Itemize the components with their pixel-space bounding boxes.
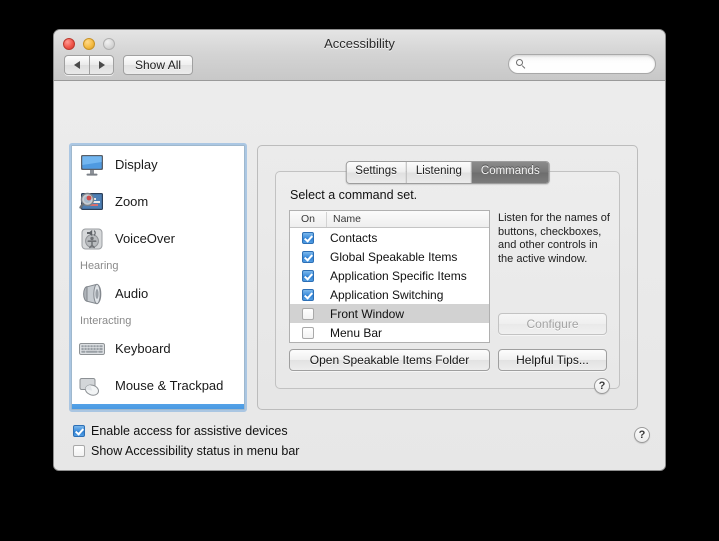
column-header-on: On — [290, 211, 327, 227]
sidebar-item-keyboard[interactable]: Keyboard — [72, 330, 244, 367]
window-titlebar: Accessibility Show All — [54, 30, 665, 81]
sidebar-item-label: Mouse & Trackpad — [115, 378, 224, 393]
show-all-button[interactable]: Show All — [123, 55, 194, 75]
row-checkbox[interactable] — [302, 326, 314, 339]
sidebar-item-voiceover[interactable]: VoiceOver — [72, 220, 244, 257]
row-name: Front Window — [330, 306, 405, 321]
tab-group-box: Settings Listening Key Commands Select a… — [275, 161, 620, 394]
show-status-menubar-checkbox[interactable] — [73, 445, 85, 457]
audio-speaker-icon — [78, 280, 106, 308]
enable-assistive-access-checkbox[interactable] — [73, 425, 85, 437]
tab-listening-key[interactable]: Listening Key — [406, 162, 472, 183]
row-name: Application Specific Items — [330, 268, 467, 283]
tab-settings[interactable]: Settings — [346, 162, 407, 183]
table-row[interactable]: Application Switching — [290, 285, 489, 304]
window-body: Display Zoom VoiceOver Hearing Audio Int… — [54, 81, 665, 470]
show-status-menubar-row[interactable]: Show Accessibility status in menu bar — [73, 441, 299, 461]
window-help-button[interactable]: ? — [634, 427, 650, 443]
table-row[interactable]: Global Speakable Items — [290, 247, 489, 266]
row-name: Menu Bar — [330, 325, 383, 340]
back-arrow-icon — [74, 61, 80, 69]
enable-assistive-access-row[interactable]: Enable access for assistive devices — [73, 421, 299, 441]
navigation-buttons — [64, 55, 114, 75]
table-header: On Name — [290, 211, 489, 228]
row-checkbox[interactable] — [302, 269, 314, 282]
table-row[interactable]: Contacts — [290, 228, 489, 247]
row-checkbox[interactable] — [302, 288, 314, 301]
global-options: Enable access for assistive devices Show… — [73, 421, 299, 461]
search-field[interactable] — [508, 54, 656, 74]
enable-assistive-access-label: Enable access for assistive devices — [91, 424, 288, 438]
search-input[interactable] — [531, 57, 645, 71]
sidebar-item-zoom[interactable]: Zoom — [72, 183, 244, 220]
sidebar-item-label: Audio — [115, 286, 149, 301]
command-description: Listen for the names of buttons, checkbo… — [498, 212, 610, 265]
row-name: Contacts — [330, 230, 378, 245]
sidebar-item-mouse-trackpad[interactable]: Mouse & Trackpad — [72, 367, 244, 404]
forward-arrow-icon — [98, 61, 105, 69]
zoom-magnifier-icon — [78, 188, 106, 216]
preference-pane-list[interactable]: Display Zoom VoiceOver Hearing Audio Int… — [69, 143, 247, 412]
keyboard-icon — [78, 335, 106, 363]
sidebar-group-interacting: Interacting — [80, 315, 132, 327]
sidebar-item-display[interactable]: Display — [72, 146, 244, 183]
row-name: Global Speakable Items — [330, 249, 458, 264]
sidebar-item-audio[interactable]: Audio — [72, 275, 244, 312]
preference-content-panel: Settings Listening Key Commands Select a… — [257, 145, 638, 410]
sidebar-item-label: VoiceOver — [115, 231, 175, 246]
show-status-menubar-label: Show Accessibility status in menu bar — [91, 444, 300, 458]
sidebar-item-label: Display — [115, 157, 158, 172]
table-row[interactable]: Application Specific Items — [290, 266, 489, 285]
microphone-icon — [78, 409, 106, 410]
table-row[interactable]: Front Window — [290, 304, 489, 323]
sidebar-item-label: Keyboard — [115, 341, 171, 356]
sidebar-item-speakable-items[interactable]: Speakable Items — [72, 404, 244, 410]
helpful-tips-button[interactable]: Helpful Tips... — [498, 349, 607, 371]
command-set-label: Select a command set. — [290, 188, 418, 202]
window-title: Accessibility — [324, 36, 395, 51]
panel-help-button[interactable]: ? — [594, 378, 610, 394]
display-monitor-icon — [78, 151, 106, 179]
row-checkbox[interactable] — [302, 250, 314, 263]
column-header-name: Name — [333, 212, 362, 225]
tab-commands[interactable]: Commands — [471, 162, 549, 183]
open-speakable-items-folder-button[interactable]: Open Speakable Items Folder — [289, 349, 490, 371]
configure-button[interactable]: Configure — [498, 313, 607, 335]
desktop-background: Accessibility Show All Display Zoom Voic… — [0, 0, 719, 541]
row-checkbox[interactable] — [302, 307, 314, 320]
sidebar-item-label: Zoom — [115, 194, 149, 209]
back-button[interactable] — [64, 55, 89, 75]
row-checkbox[interactable] — [302, 231, 314, 244]
mouse-trackpad-icon — [78, 372, 106, 400]
search-icon — [516, 58, 527, 70]
command-set-table[interactable]: On Name Contacts Global Speakable Items — [289, 210, 490, 343]
system-preferences-window: Accessibility Show All Display Zoom Voic… — [53, 29, 666, 471]
row-name: Application Switching — [330, 287, 444, 302]
table-row[interactable]: Menu Bar — [290, 323, 489, 342]
forward-button[interactable] — [89, 55, 114, 75]
sidebar-group-hearing: Hearing — [80, 260, 119, 272]
tab-bar: Settings Listening Key Commands — [345, 161, 550, 184]
voiceover-icon — [78, 225, 106, 253]
